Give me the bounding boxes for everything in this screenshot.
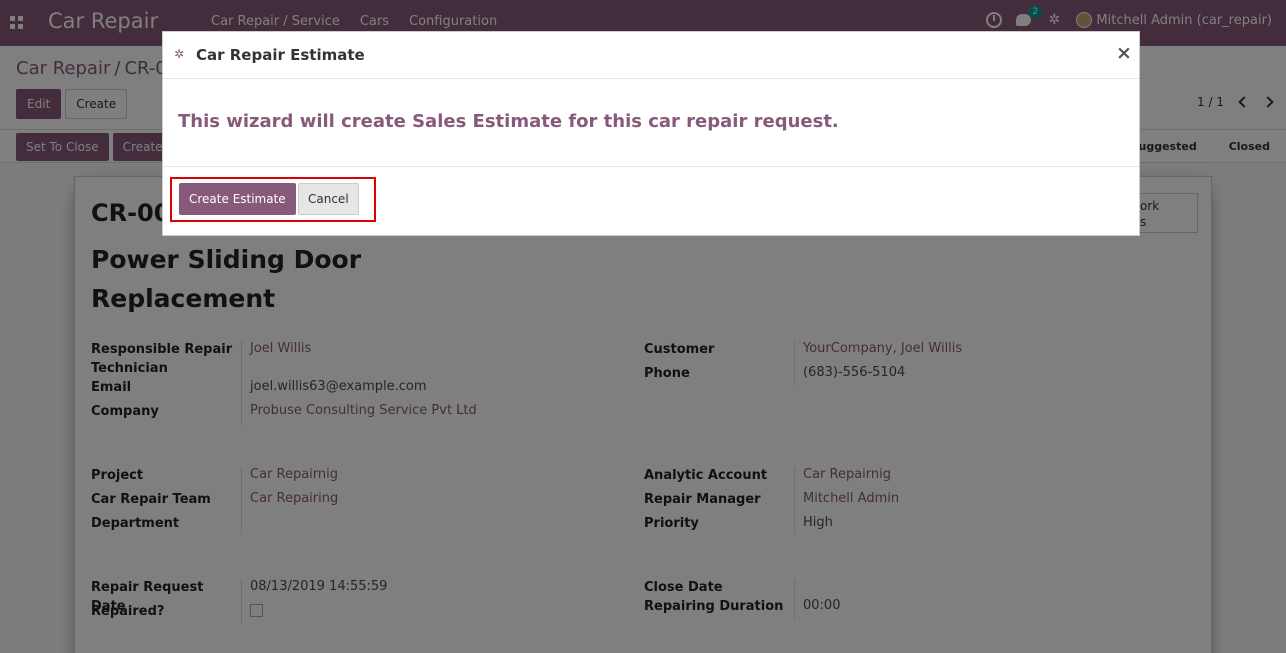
modal-body: This wizard will create Sales Estimate f… bbox=[163, 80, 1139, 167]
close-icon[interactable]: × bbox=[1116, 42, 1132, 64]
modal-footer: Create Estimate Cancel bbox=[163, 168, 1139, 235]
create-estimate-button[interactable]: Create Estimate bbox=[179, 183, 296, 215]
cancel-button[interactable]: Cancel bbox=[298, 183, 359, 215]
modal-header: ✲ Car Repair Estimate × bbox=[163, 32, 1139, 79]
modal-title: Car Repair Estimate bbox=[196, 46, 365, 64]
debug-bug-icon: ✲ bbox=[174, 47, 185, 61]
car-repair-estimate-dialog: ✲ Car Repair Estimate × This wizard will… bbox=[162, 31, 1140, 236]
wizard-message: This wizard will create Sales Estimate f… bbox=[178, 111, 839, 132]
